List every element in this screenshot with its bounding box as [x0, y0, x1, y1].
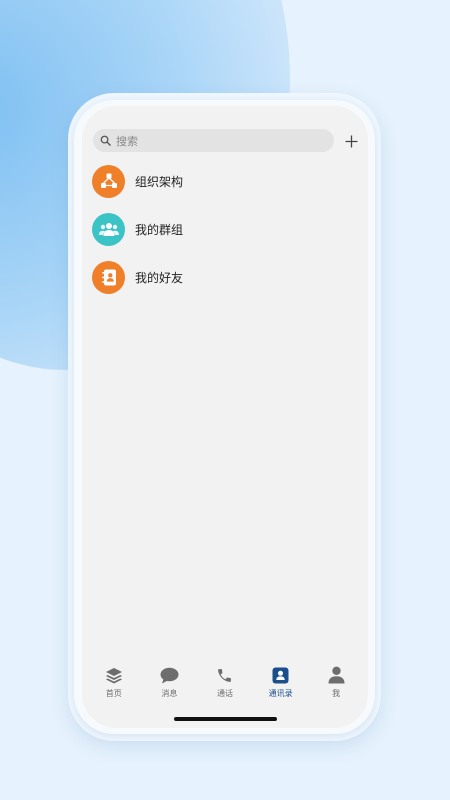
- list-item-label: 组织架构: [135, 174, 184, 189]
- search-input[interactable]: 搜索: [116, 133, 138, 149]
- tab-calls[interactable]: 通话: [198, 659, 252, 709]
- search-bar[interactable]: 搜索: [93, 129, 334, 152]
- search-icon: [98, 134, 112, 148]
- bottom-tab-bar: 首页 消息 通话 通讯录 我: [82, 659, 368, 709]
- tab-label: 通讯录: [268, 689, 293, 698]
- list-item-my-groups[interactable]: 我的群组: [92, 212, 352, 246]
- contact-book-icon: [92, 260, 125, 294]
- group-icon: [92, 212, 125, 246]
- list-item-my-friends[interactable]: 我的好友: [92, 260, 352, 294]
- plus-icon: [345, 135, 357, 147]
- phone-icon: [215, 665, 235, 685]
- tab-me[interactable]: 我: [309, 659, 363, 709]
- home-indicator: [174, 717, 277, 721]
- tab-contacts[interactable]: 通讯录: [254, 659, 308, 709]
- tab-messages[interactable]: 消息: [142, 659, 196, 709]
- add-button[interactable]: [342, 132, 360, 150]
- tab-label: 消息: [161, 689, 178, 698]
- list-item-label: 我的群组: [135, 222, 184, 237]
- tab-label: 通话: [216, 689, 233, 698]
- chat-bubble-icon: [159, 665, 179, 685]
- layers-icon: [104, 665, 124, 685]
- phone-screen: 搜索 组织架构 我的群组 我的好友 首页 消息 通话 通讯录 我: [82, 106, 368, 728]
- person-icon: [326, 665, 346, 685]
- list-item-org-chart[interactable]: 组织架构: [92, 164, 352, 198]
- list-item-label: 我的好友: [135, 270, 184, 285]
- address-book-icon: [271, 665, 291, 685]
- org-chart-icon: [92, 164, 125, 198]
- tab-label: 首页: [105, 689, 122, 698]
- tab-home[interactable]: 首页: [87, 659, 141, 709]
- tab-label: 我: [332, 689, 341, 698]
